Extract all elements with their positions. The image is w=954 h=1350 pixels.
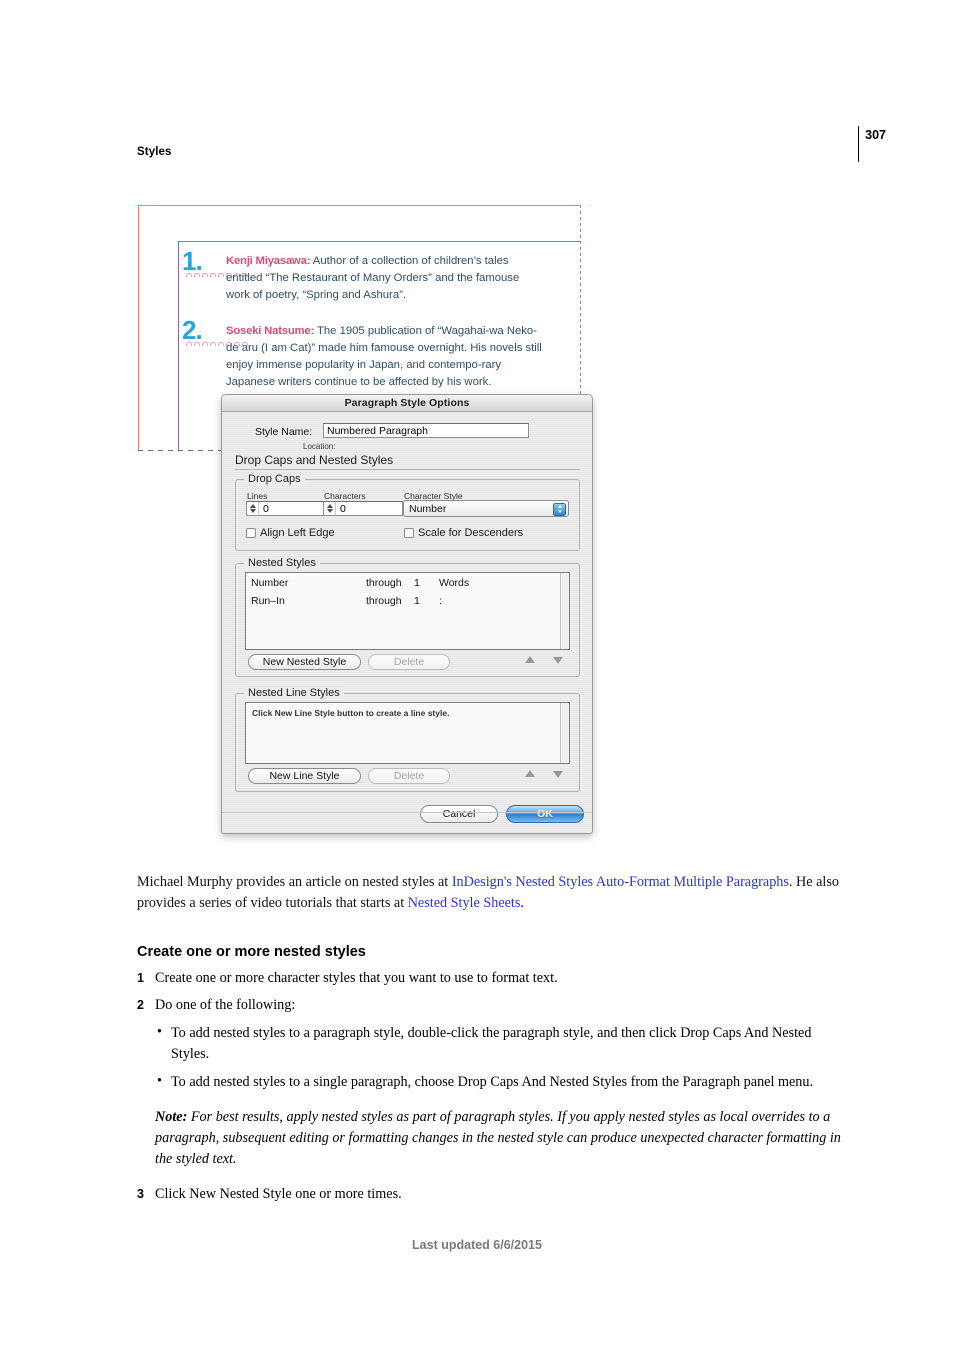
move-line-style-down-icon[interactable] [553,771,563,778]
nested-style-target-0: Words [439,577,470,589]
drop-caps-group-label: Drop Caps [244,473,305,485]
dialog-title: Paragraph Style Options [344,397,470,409]
note-label: Note: [155,1109,188,1125]
delete-line-style-button[interactable]: Delete [368,768,450,784]
chevron-updown-icon[interactable] [553,502,566,516]
checkbox-box-icon [404,528,414,538]
step-2: 2 Do one of the following: [137,995,852,1016]
nested-line-styles-listbox[interactable]: Click New Line Style button to create a … [245,702,570,764]
dialog-bottom-divider [222,812,592,813]
header-section-label: Styles [137,146,172,158]
list-item: • To add nested styles to a single parag… [137,1072,852,1093]
scale-for-descenders-label: Scale for Descenders [418,527,524,539]
step-3-text: Click New Nested Style one or more times… [155,1186,402,1202]
characters-value: 0 [340,502,346,515]
nested-style-target-1: : [439,595,442,607]
move-nested-style-up-icon[interactable] [525,656,535,663]
lines-value: 0 [263,502,269,515]
list-item: • To add nested styles to a paragraph st… [137,1023,852,1065]
step-2-text: Do one of the following: [155,997,296,1013]
style-name-input[interactable]: Numbered Paragraph [323,423,529,438]
step-1-text: Create one or more character styles that… [155,970,558,986]
checkbox-box-icon [246,528,256,538]
paragraph-style-options-dialog[interactable]: Paragraph Style Options Style Name: Numb… [221,394,593,834]
list-item-text-2: Soseki Natsume: The 1905 publication of … [226,323,546,391]
step-1: 1 Create one or more character styles th… [137,968,852,989]
bullet-1-text: To add nested styles to a paragraph styl… [171,1025,812,1062]
list-item-text-1: Kenji Miyasawa: Author of a collection o… [226,253,546,304]
align-left-edge-checkbox[interactable]: Align Left Edge [246,527,335,539]
cancel-button[interactable]: Cancel [420,805,498,823]
bullet-icon: • [157,1024,162,1040]
link-nested-style-sheets[interactable]: Nested Style Sheets [408,895,521,911]
intro-text-1: Michael Murphy provides an article on ne… [137,874,452,890]
page-number: 307 [865,128,886,142]
move-line-style-up-icon[interactable] [525,770,535,777]
nested-line-styles-placeholder: Click New Line Style button to create a … [252,708,450,718]
characters-label: Characters [324,491,366,501]
step-3-number: 3 [137,1187,144,1201]
step-1-number: 1 [137,971,144,985]
move-nested-style-down-icon[interactable] [553,657,563,664]
step-2-number: 2 [137,998,144,1012]
bullet-2-text: To add nested styles to a single paragra… [171,1074,814,1090]
character-style-value: Number [409,502,447,515]
nested-line-styles-scrollbar[interactable] [560,703,569,763]
page-header: Styles 307 [0,126,954,170]
page-footer: Last updated 6/6/2015 [412,1238,542,1252]
lines-stepper-arrows-icon[interactable] [247,502,259,515]
nested-line-styles-group-label: Nested Line Styles [244,687,344,699]
page-title: Create one or more nested styles [137,944,366,960]
link-nested-styles-article[interactable]: InDesign's Nested Styles Auto-Format Mul… [452,874,789,890]
intro-paragraph: Michael Murphy provides an article on ne… [137,872,852,914]
scale-for-descenders-checkbox[interactable]: Scale for Descenders [404,527,523,539]
style-name-label: Style Name: [255,426,313,438]
delete-nested-style-button[interactable]: Delete [368,654,450,670]
section-divider [235,469,580,470]
nested-style-count-1: 1 [414,595,420,607]
nested-style-count-0: 1 [414,577,420,589]
dialog-titlebar: Paragraph Style Options [222,395,592,412]
note-paragraph: Note: For best results, apply nested sty… [155,1107,852,1170]
list-item-name-1: Kenji Miyasawa: [226,255,311,267]
intro-text-3: . [520,895,524,911]
characters-stepper-arrows-icon[interactable] [324,502,336,515]
nested-style-through-0: through [366,577,402,589]
bullet-list: • To add nested styles to a paragraph st… [137,1023,852,1093]
nested-style-through-1: through [366,595,402,607]
nested-styles-group-label: Nested Styles [244,557,320,569]
lines-stepper[interactable]: 0 [246,501,326,516]
body-content: Michael Murphy provides an article on ne… [137,872,852,1211]
inner-frame-top-border [178,241,581,242]
note-text: For best results, apply nested styles as… [155,1109,841,1167]
align-left-edge-label: Align Left Edge [260,527,335,539]
nested-styles-scrollbar[interactable] [560,573,569,649]
ok-button[interactable]: OK [506,805,584,823]
nested-style-name-1: Run–In [251,595,285,607]
step-3: 3 Click New Nested Style one or more tim… [137,1184,852,1205]
characters-stepper[interactable]: 0 [323,501,403,516]
character-style-dropdown[interactable]: Number [403,500,569,517]
nested-styles-listbox[interactable]: Number through 1 Words Run–In through 1 … [245,572,570,650]
nested-style-name-0: Number [251,577,289,589]
dialog-section-title: Drop Caps and Nested Styles [235,453,394,467]
header-divider [858,126,859,162]
new-nested-style-button[interactable]: New Nested Style [248,654,361,670]
bullet-icon: • [157,1073,162,1089]
new-line-style-button[interactable]: New Line Style [248,768,361,784]
location-label: Location: [303,442,336,451]
lines-label: Lines [247,491,268,501]
list-item-name-2: Soseki Natsume: [226,325,315,337]
